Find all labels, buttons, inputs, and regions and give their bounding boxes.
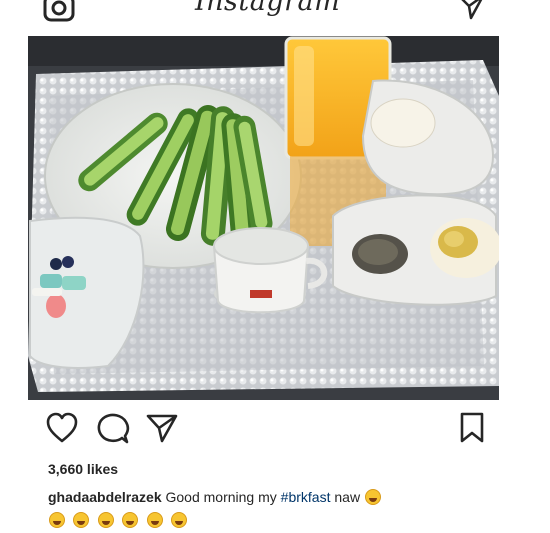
paper-plane-icon[interactable] [456,0,486,22]
laughing-tears-emoji [97,512,114,528]
caption-hashtag[interactable]: #brkfast [281,489,331,505]
caption-username[interactable]: ghadaabdelrazek [48,489,162,505]
laughing-tears-emoji [73,512,90,528]
post-action-bar [0,410,550,450]
post-photo[interactable] [28,36,499,400]
comment-bubble-icon[interactable] [95,410,131,446]
caption-emoji-row [48,512,190,530]
instagram-logo: Instagram [195,0,341,17]
heart-icon[interactable] [44,410,80,446]
bookmark-icon[interactable] [454,410,490,446]
share-paper-plane-icon[interactable] [144,410,180,446]
post-caption: ghadaabdelrazek Good morning my #brkfast… [48,486,508,508]
laughing-tears-emoji [49,512,65,528]
laughing-tears-emoji [171,512,188,528]
breakfast-image [28,36,499,400]
likes-count[interactable]: 3,660 likes [48,461,118,477]
laughing-tears-emoji [364,489,381,505]
caption-text-start: Good morning my [165,489,281,505]
camera-icon[interactable] [42,0,76,24]
app-header: Instagram [0,0,550,36]
laughing-tears-emoji [122,512,139,528]
laughing-tears-emoji [146,512,163,528]
caption-text-end: naw [330,489,361,505]
